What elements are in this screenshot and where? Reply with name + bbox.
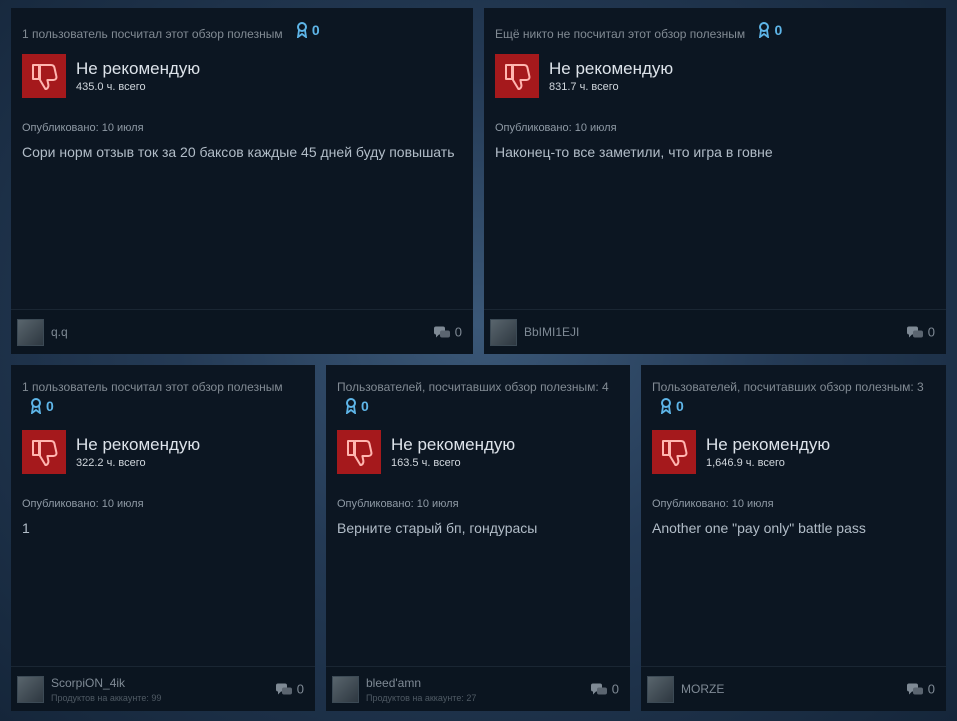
comment-count: 0 (611, 681, 619, 697)
avatar[interactable] (17, 318, 44, 346)
helpful-count: 1 пользователь посчитал этот обзор полез… (22, 22, 462, 42)
helpful-text: Пользователей, посчитавших обзор полезны… (337, 380, 609, 394)
posted-date: Опубликовано: 10 июля (652, 498, 774, 510)
review-footer: MORZE 0 (641, 666, 946, 711)
recommendation-row[interactable]: Не рекомендую 435.0 ч. всего (22, 54, 462, 98)
posted-date: Опубликовано: 10 июля (22, 122, 144, 134)
review-footer: q.q 0 (11, 309, 473, 354)
review-text: Наконец-то все заметили, что игра в говн… (495, 144, 773, 160)
award-button[interactable]: 0 (296, 22, 320, 38)
award-button[interactable]: 0 (345, 398, 369, 414)
recommendation-title: Не рекомендую (76, 59, 201, 78)
username[interactable]: q.q (51, 325, 68, 339)
username[interactable]: ScorpiON_4ik (51, 676, 161, 690)
username[interactable]: bleed'amn (366, 676, 476, 690)
review-text: Верните старый бп, гондурасы (337, 520, 538, 536)
review-footer: bleed'amn Продуктов на аккаунте: 27 0 (326, 666, 630, 711)
award-button[interactable]: 0 (30, 398, 54, 414)
username[interactable]: BbIMI1EJI (524, 325, 579, 339)
helpful-count: Пользователей, посчитавших обзор полезны… (337, 379, 619, 418)
helpful-text: Ещё никто не посчитал этот обзор полезны… (495, 27, 746, 41)
review-card: 1 пользователь посчитал этот обзор полез… (11, 8, 473, 354)
review-card: Пользователей, посчитавших обзор полезны… (326, 365, 630, 711)
award-count: 0 (46, 398, 54, 414)
comment-bubbles-icon (590, 683, 607, 694)
comments-button[interactable]: 0 (275, 682, 304, 697)
review-card: Пользователей, посчитавших обзор полезны… (641, 365, 946, 711)
product-count: Продуктов на аккаунте: 99 (51, 692, 162, 703)
thumbs-down-icon (495, 54, 539, 98)
avatar[interactable] (332, 675, 359, 703)
product-count: Продуктов на аккаунте: 27 (366, 692, 477, 703)
review-text: Сори норм отзыв ток за 20 баксов каждые … (22, 144, 455, 160)
award-ribbon-icon (660, 398, 672, 414)
thumbs-down-icon (22, 54, 66, 98)
review-card: Ещё никто не посчитал этот обзор полезны… (484, 8, 946, 354)
thumbs-down-icon (22, 430, 66, 474)
award-count: 0 (774, 22, 783, 38)
award-count: 0 (311, 22, 320, 38)
award-ribbon-icon (759, 22, 770, 38)
posted-date: Опубликовано: 10 июля (22, 498, 144, 510)
thumbs-down-icon (337, 430, 381, 474)
playtime: 163.5 ч. всего (391, 457, 461, 469)
comment-count: 0 (454, 324, 462, 340)
recommendation-row[interactable]: Не рекомендую 1,646.9 ч. всего (652, 430, 935, 474)
review-text: 1 (22, 520, 30, 536)
award-ribbon-icon (30, 398, 42, 414)
award-count: 0 (676, 398, 684, 414)
award-button[interactable]: 0 (660, 398, 684, 414)
recommendation-row[interactable]: Не рекомендую 163.5 ч. всего (337, 430, 619, 474)
comment-count: 0 (927, 324, 935, 340)
comments-button[interactable]: 0 (906, 325, 935, 340)
recommendation-title: Не рекомендую (391, 435, 516, 454)
recommendation-row[interactable]: Не рекомендую 322.2 ч. всего (22, 430, 304, 474)
review-text: Another one "pay only" battle pass (652, 520, 866, 536)
comments-button[interactable]: 0 (906, 682, 935, 697)
posted-date: Опубликовано: 10 июля (495, 122, 617, 134)
playtime: 831.7 ч. всего (549, 81, 619, 93)
comments-button[interactable]: 0 (433, 325, 462, 340)
helpful-count: Ещё никто не посчитал этот обзор полезны… (495, 22, 935, 42)
review-card: 1 пользователь посчитал этот обзор полез… (11, 365, 315, 711)
recommendation-row[interactable]: Не рекомендую 831.7 ч. всего (495, 54, 935, 98)
comment-count: 0 (296, 681, 304, 697)
helpful-text: 1 пользователь посчитал этот обзор полез… (22, 27, 283, 41)
avatar[interactable] (647, 675, 674, 703)
comment-bubbles-icon (433, 326, 450, 337)
helpful-count: Пользователей, посчитавших обзор полезны… (652, 379, 935, 418)
thumbs-down-icon (652, 430, 696, 474)
award-ribbon-icon (345, 398, 357, 414)
avatar[interactable] (17, 675, 44, 703)
recommendation-title: Не рекомендую (76, 435, 201, 454)
review-footer: ScorpiON_4ik Продуктов на аккаунте: 99 0 (11, 666, 315, 711)
award-count: 0 (361, 398, 369, 414)
username[interactable]: MORZE (681, 682, 724, 696)
review-footer: BbIMI1EJI 0 (484, 309, 946, 354)
helpful-text: Пользователей, посчитавших обзор полезны… (652, 380, 924, 394)
comment-count: 0 (927, 681, 935, 697)
posted-date: Опубликовано: 10 июля (337, 498, 459, 510)
award-button[interactable]: 0 (758, 22, 782, 38)
playtime: 1,646.9 ч. всего (706, 457, 785, 469)
recommendation-title: Не рекомендую (549, 59, 674, 78)
comment-bubbles-icon (906, 683, 923, 694)
comments-button[interactable]: 0 (590, 682, 619, 697)
comment-bubbles-icon (906, 326, 923, 337)
avatar[interactable] (490, 318, 517, 346)
comment-bubbles-icon (275, 683, 292, 694)
award-ribbon-icon (296, 22, 307, 38)
playtime: 322.2 ч. всего (76, 457, 146, 469)
playtime: 435.0 ч. всего (76, 81, 146, 93)
recommendation-title: Не рекомендую (706, 435, 831, 454)
helpful-text: 1 пользователь посчитал этот обзор полез… (22, 380, 283, 394)
helpful-count: 1 пользователь посчитал этот обзор полез… (22, 379, 304, 418)
